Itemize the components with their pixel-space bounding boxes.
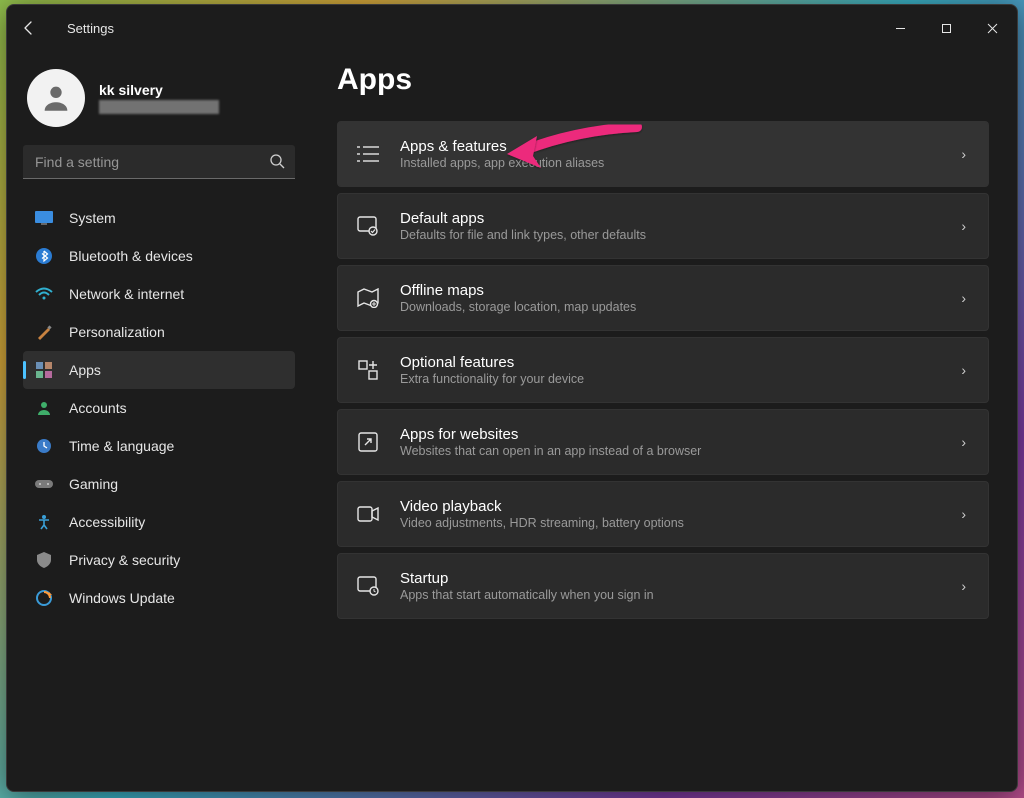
card-apps-for-websites[interactable]: Apps for websites Websites that can open… <box>337 409 989 475</box>
card-title: Default apps <box>400 210 943 227</box>
card-subtitle: Installed apps, app execution aliases <box>400 156 943 170</box>
card-offline-maps[interactable]: Offline maps Downloads, storage location… <box>337 265 989 331</box>
chevron-right-icon: › <box>961 362 966 378</box>
card-subtitle: Downloads, storage location, map updates <box>400 300 943 314</box>
chevron-right-icon: › <box>961 578 966 594</box>
list-icon <box>354 140 382 168</box>
sidebar-item-label: Accounts <box>69 400 127 416</box>
chevron-right-icon: › <box>961 290 966 306</box>
default-apps-icon <box>354 212 382 240</box>
clock-icon <box>35 437 53 455</box>
sidebar-item-label: Bluetooth & devices <box>69 248 193 264</box>
card-title: Apps for websites <box>400 426 943 443</box>
card-title: Video playback <box>400 498 943 515</box>
sidebar-item-label: Accessibility <box>69 514 145 530</box>
display-icon <box>35 209 53 227</box>
card-startup[interactable]: Startup Apps that start automatically wh… <box>337 553 989 619</box>
card-video-playback[interactable]: Video playback Video adjustments, HDR st… <box>337 481 989 547</box>
paintbrush-icon <box>35 323 53 341</box>
card-title: Offline maps <box>400 282 943 299</box>
person-icon <box>35 399 53 417</box>
startup-icon <box>354 572 382 600</box>
nav: System Bluetooth & devices Network & int… <box>23 199 295 617</box>
window-title: Settings <box>67 21 114 36</box>
sidebar-item-personalization[interactable]: Personalization <box>23 313 295 351</box>
sidebar-item-system[interactable]: System <box>23 199 295 237</box>
sidebar-item-label: Personalization <box>69 324 165 340</box>
page-title: Apps <box>337 63 989 97</box>
shield-icon <box>35 551 53 569</box>
card-title: Startup <box>400 570 943 587</box>
sidebar-item-gaming[interactable]: Gaming <box>23 465 295 503</box>
card-subtitle: Video adjustments, HDR streaming, batter… <box>400 516 943 530</box>
update-icon <box>35 589 53 607</box>
main-panel: Apps Apps & features Installed apps, app… <box>307 51 1017 791</box>
sidebar: kk silvery System Bluetooth & devices <box>7 51 307 791</box>
sidebar-item-label: Windows Update <box>69 590 175 606</box>
card-subtitle: Websites that can open in an app instead… <box>400 444 943 458</box>
avatar <box>27 69 85 127</box>
back-button[interactable] <box>9 8 49 48</box>
gaming-icon <box>35 475 53 493</box>
maximize-button[interactable] <box>923 11 969 45</box>
sidebar-item-accounts[interactable]: Accounts <box>23 389 295 427</box>
sidebar-item-label: Network & internet <box>69 286 184 302</box>
apps-icon <box>35 361 53 379</box>
sidebar-item-bluetooth[interactable]: Bluetooth & devices <box>23 237 295 275</box>
minimize-button[interactable] <box>877 11 923 45</box>
close-button[interactable] <box>969 11 1015 45</box>
card-subtitle: Extra functionality for your device <box>400 372 943 386</box>
titlebar: Settings <box>7 5 1017 51</box>
wifi-icon <box>35 285 53 303</box>
card-subtitle: Defaults for file and link types, other … <box>400 228 943 242</box>
map-icon <box>354 284 382 312</box>
sidebar-item-network[interactable]: Network & internet <box>23 275 295 313</box>
chevron-right-icon: › <box>961 218 966 234</box>
sidebar-item-label: Apps <box>69 362 101 378</box>
sidebar-item-label: Time & language <box>69 438 174 454</box>
sidebar-item-label: Gaming <box>69 476 118 492</box>
chevron-right-icon: › <box>961 506 966 522</box>
sidebar-item-label: Privacy & security <box>69 552 180 568</box>
sidebar-item-time-language[interactable]: Time & language <box>23 427 295 465</box>
bluetooth-icon <box>35 247 53 265</box>
search-box[interactable] <box>23 145 295 179</box>
chevron-right-icon: › <box>961 434 966 450</box>
optional-features-icon <box>354 356 382 384</box>
sidebar-item-windows-update[interactable]: Windows Update <box>23 579 295 617</box>
card-title: Apps & features <box>400 138 943 155</box>
sidebar-item-label: System <box>69 210 116 226</box>
sidebar-item-privacy[interactable]: Privacy & security <box>23 541 295 579</box>
search-input[interactable] <box>35 154 259 170</box>
settings-window: Settings kk silvery <box>6 4 1018 792</box>
sidebar-item-apps[interactable]: Apps <box>23 351 295 389</box>
card-title: Optional features <box>400 354 943 371</box>
card-apps-features[interactable]: Apps & features Installed apps, app exec… <box>337 121 989 187</box>
accessibility-icon <box>35 513 53 531</box>
sidebar-item-accessibility[interactable]: Accessibility <box>23 503 295 541</box>
card-optional-features[interactable]: Optional features Extra functionality fo… <box>337 337 989 403</box>
profile-email-redacted <box>99 100 219 114</box>
profile[interactable]: kk silvery <box>23 65 295 145</box>
card-default-apps[interactable]: Default apps Defaults for file and link … <box>337 193 989 259</box>
search-icon <box>269 153 285 169</box>
chevron-right-icon: › <box>961 146 966 162</box>
card-subtitle: Apps that start automatically when you s… <box>400 588 943 602</box>
video-icon <box>354 500 382 528</box>
profile-name: kk silvery <box>99 82 219 98</box>
open-external-icon <box>354 428 382 456</box>
